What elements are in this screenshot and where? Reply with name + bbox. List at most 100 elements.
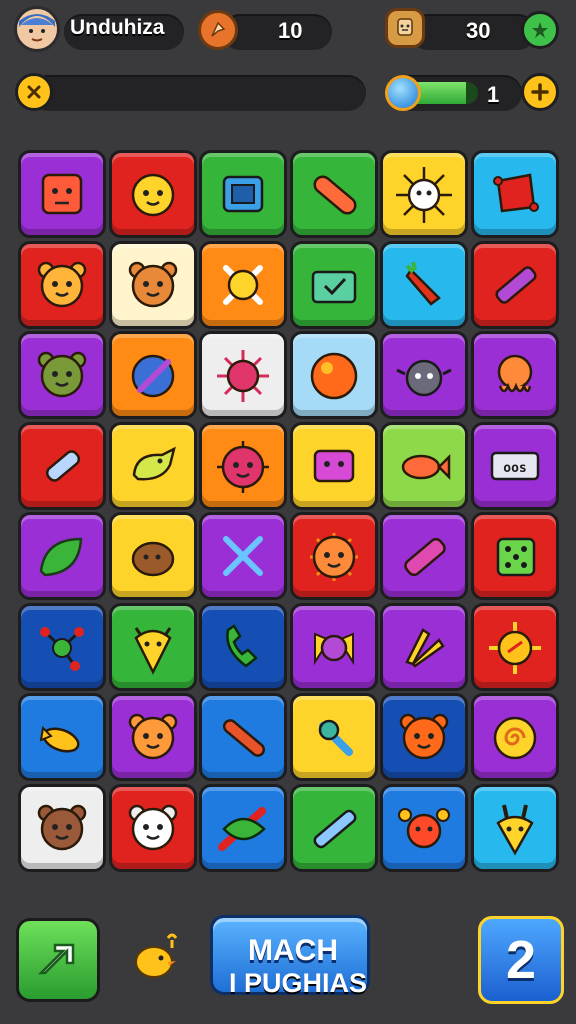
board-tile[interactable]: [289, 150, 378, 238]
board-tile[interactable]: [108, 421, 197, 510]
virus-icon: [217, 350, 269, 402]
board-tile[interactable]: [380, 240, 468, 329]
spiral-icon: [493, 716, 536, 760]
board-tile[interactable]: [199, 421, 287, 510]
board-tile[interactable]: [108, 240, 197, 329]
board-tile[interactable]: [18, 331, 106, 419]
svg-text:oos: oos: [503, 461, 526, 476]
briefcase-check-icon: [311, 270, 356, 303]
leaf-icon: [39, 537, 83, 577]
board-tile[interactable]: [18, 150, 106, 238]
stick-icon: [222, 719, 266, 757]
close-button[interactable]: [15, 73, 53, 111]
match-button-label: MACH: [248, 934, 338, 967]
board-tile[interactable]: [289, 693, 378, 781]
board-tile[interactable]: [108, 783, 197, 872]
fish-icon: [401, 453, 451, 480]
board-tile[interactable]: [470, 150, 559, 238]
coins-count: 10: [278, 18, 303, 43]
board-tile[interactable]: [470, 331, 559, 419]
carrot-icon: [405, 261, 441, 306]
board-tile[interactable]: [380, 331, 468, 419]
board-tile[interactable]: [380, 421, 468, 510]
board-tile[interactable]: [289, 331, 378, 419]
board-tile[interactable]: [289, 421, 378, 510]
pen-icon: [313, 809, 356, 848]
board-tile[interactable]: [199, 331, 287, 419]
candy-icon: [313, 631, 354, 665]
cat-orange-icon: [399, 713, 449, 760]
board-tile[interactable]: [470, 240, 559, 329]
board-tile[interactable]: [108, 331, 197, 419]
gear-face-icon: [488, 621, 541, 674]
bug-icon: [396, 359, 452, 397]
board-tile[interactable]: [199, 693, 287, 781]
board-tile[interactable]: [18, 240, 106, 329]
player-name: Unduhiza: [70, 16, 165, 39]
game-board: oos: [18, 150, 560, 872]
board-tile[interactable]: [108, 512, 197, 600]
board-tile[interactable]: [470, 602, 559, 691]
phone-icon: [226, 623, 258, 668]
fish-yellow-icon: [39, 725, 80, 753]
board-tile[interactable]: [380, 693, 468, 781]
board-tile[interactable]: [380, 512, 468, 600]
marker-icon: [404, 537, 446, 577]
board-tile[interactable]: [380, 150, 468, 238]
add-level-button[interactable]: [521, 73, 559, 111]
board-tile[interactable]: [18, 421, 106, 510]
player-avatar[interactable]: [14, 6, 60, 52]
fan-icon: [405, 627, 445, 668]
rocket-icon: [45, 449, 81, 482]
hint-button[interactable]: 2: [478, 916, 564, 1004]
board-tile[interactable]: [199, 240, 287, 329]
board-tile[interactable]: [18, 602, 106, 691]
cat-face-icon: [37, 261, 87, 307]
chick-icon: [131, 173, 174, 217]
top-bar: Unduhiza 10 30 1: [0, 0, 576, 125]
panda-face-icon: [128, 804, 177, 850]
board-tile[interactable]: [199, 783, 287, 872]
board-tile[interactable]: [18, 693, 106, 781]
board-tile[interactable]: [470, 512, 559, 600]
bear-face-icon: [128, 261, 177, 307]
kite-icon: [492, 173, 539, 213]
board-tile[interactable]: [470, 693, 559, 781]
board-tile[interactable]: [18, 512, 106, 600]
shuffle-button[interactable]: [16, 918, 100, 1002]
gear-icon: [223, 264, 263, 305]
chip-icon: [222, 175, 264, 213]
board-tile[interactable]: [108, 693, 197, 781]
add-score-button[interactable]: [521, 11, 559, 49]
frog-face-icon: [37, 351, 87, 398]
sign-icon: oos: [490, 451, 539, 480]
board-tile[interactable]: [289, 240, 378, 329]
coins-pill: [222, 14, 332, 50]
board-tile[interactable]: [108, 150, 197, 238]
match-sub-label: I PUGHIAS: [228, 968, 368, 998]
octopus-icon: [497, 354, 532, 393]
board-tile[interactable]: [199, 512, 287, 600]
board-tile[interactable]: [289, 512, 378, 600]
board-tile[interactable]: [108, 602, 197, 691]
sun-icon: [396, 167, 452, 223]
trophy-icon: [385, 8, 425, 48]
hint-count: 2: [505, 930, 537, 990]
score-count: 30: [466, 18, 491, 43]
board-tile[interactable]: [199, 602, 287, 691]
ball-icon: [310, 352, 357, 400]
dice-icon: [496, 537, 535, 577]
board-tile[interactable]: [380, 602, 468, 691]
board-tile[interactable]: [289, 602, 378, 691]
crab-icon: [398, 807, 450, 848]
gem-icon: [385, 75, 421, 111]
bunny-face-icon: [495, 804, 534, 856]
board-tile[interactable]: [470, 783, 559, 872]
board-tile[interactable]: [289, 783, 378, 872]
bear-orange-icon: [128, 713, 177, 760]
board-tile[interactable]: oos: [470, 421, 559, 510]
hedgehog-icon: [131, 541, 174, 577]
board-tile[interactable]: [199, 150, 287, 238]
board-tile[interactable]: [18, 783, 106, 872]
board-tile[interactable]: [380, 783, 468, 872]
